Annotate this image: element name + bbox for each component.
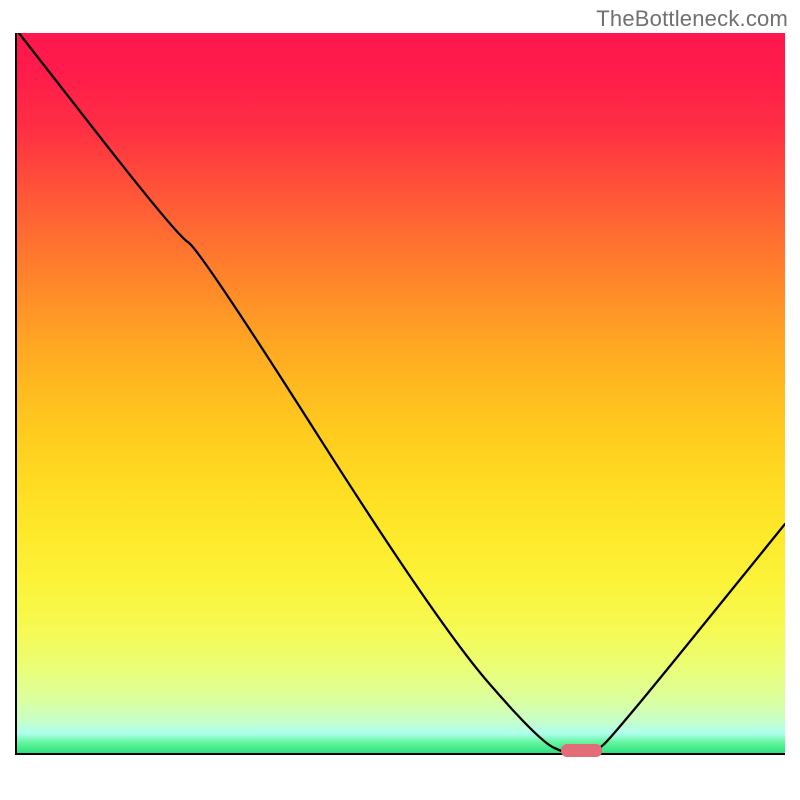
bottleneck-curve xyxy=(15,33,785,755)
watermark-text: TheBottleneck.com xyxy=(596,6,788,32)
optimal-marker xyxy=(561,744,602,757)
chart-area xyxy=(15,33,785,785)
